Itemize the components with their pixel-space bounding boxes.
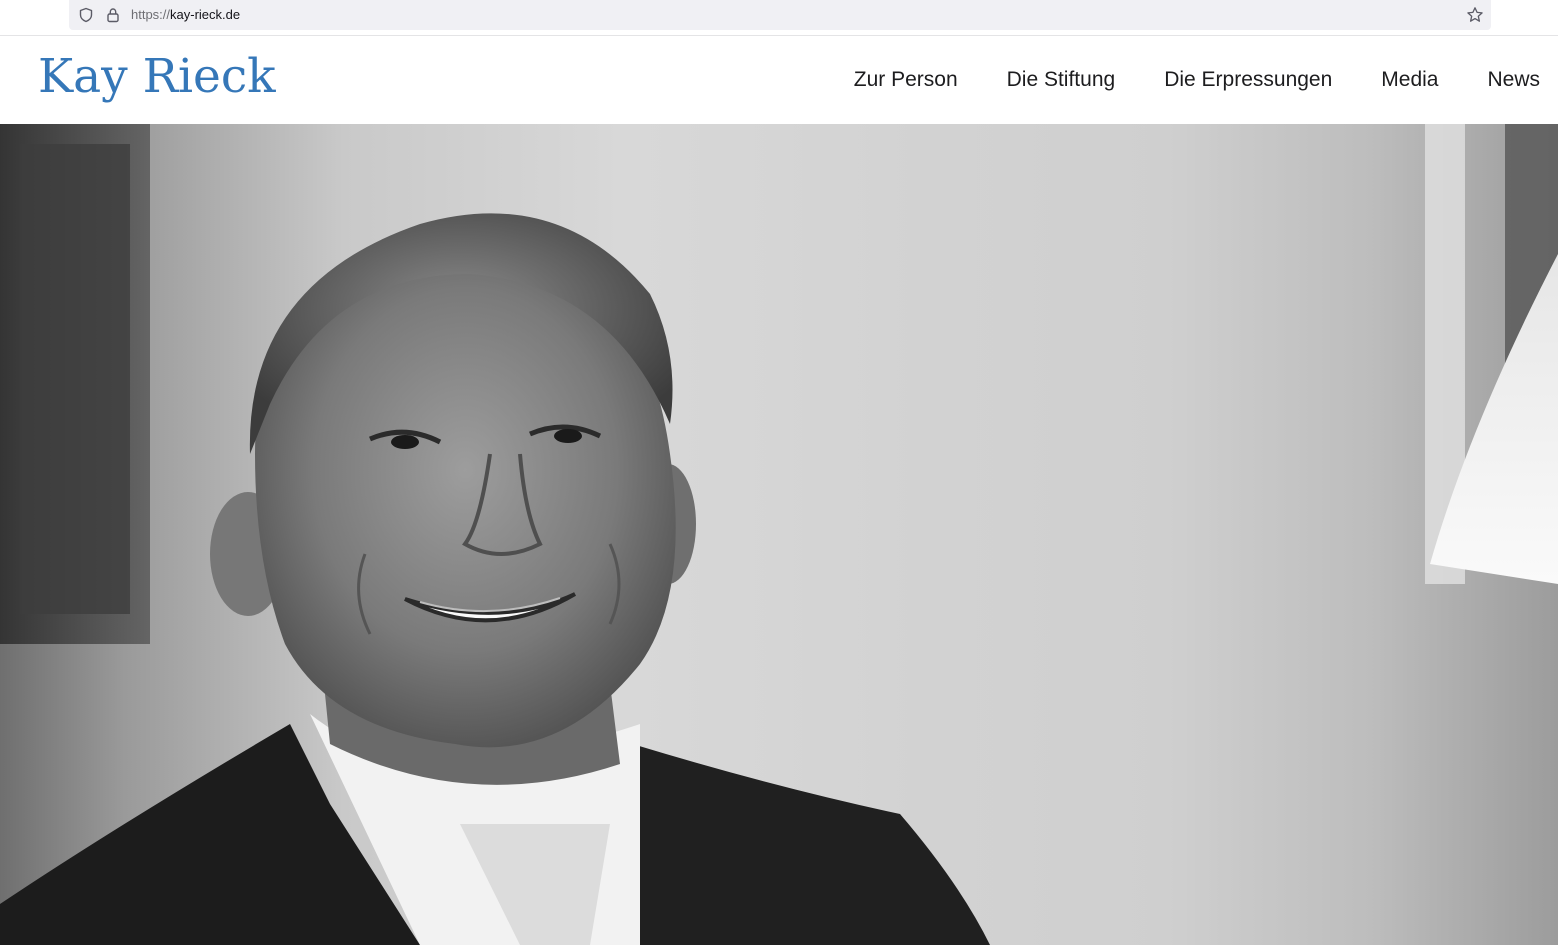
site-logo[interactable]: Kay Rieck xyxy=(38,49,276,105)
url-scheme: https:// xyxy=(131,7,171,22)
browser-toolbar: https://kay-rieck.de xyxy=(0,0,1558,36)
nav-item-news[interactable]: News xyxy=(1487,66,1540,94)
main-navigation: Zur Person Die Stiftung Die Erpressungen… xyxy=(854,66,1540,94)
hero-image xyxy=(0,124,1558,945)
nav-item-media[interactable]: Media xyxy=(1381,66,1438,94)
address-bar[interactable]: https://kay-rieck.de xyxy=(69,0,1491,30)
nav-item-die-stiftung[interactable]: Die Stiftung xyxy=(1007,66,1116,94)
nav-item-die-erpressungen[interactable]: Die Erpressungen xyxy=(1164,66,1332,94)
url-host: kay-rieck.de xyxy=(170,7,241,22)
lock-icon[interactable] xyxy=(105,7,121,23)
site-header: Kay Rieck Zur Person Die Stiftung Die Er… xyxy=(0,36,1558,124)
portrait-photo xyxy=(0,124,1558,945)
url-text[interactable]: https://kay-rieck.de xyxy=(131,7,240,23)
star-icon[interactable] xyxy=(1466,6,1484,24)
shield-icon[interactable] xyxy=(78,7,94,23)
nav-item-zur-person[interactable]: Zur Person xyxy=(854,66,958,94)
